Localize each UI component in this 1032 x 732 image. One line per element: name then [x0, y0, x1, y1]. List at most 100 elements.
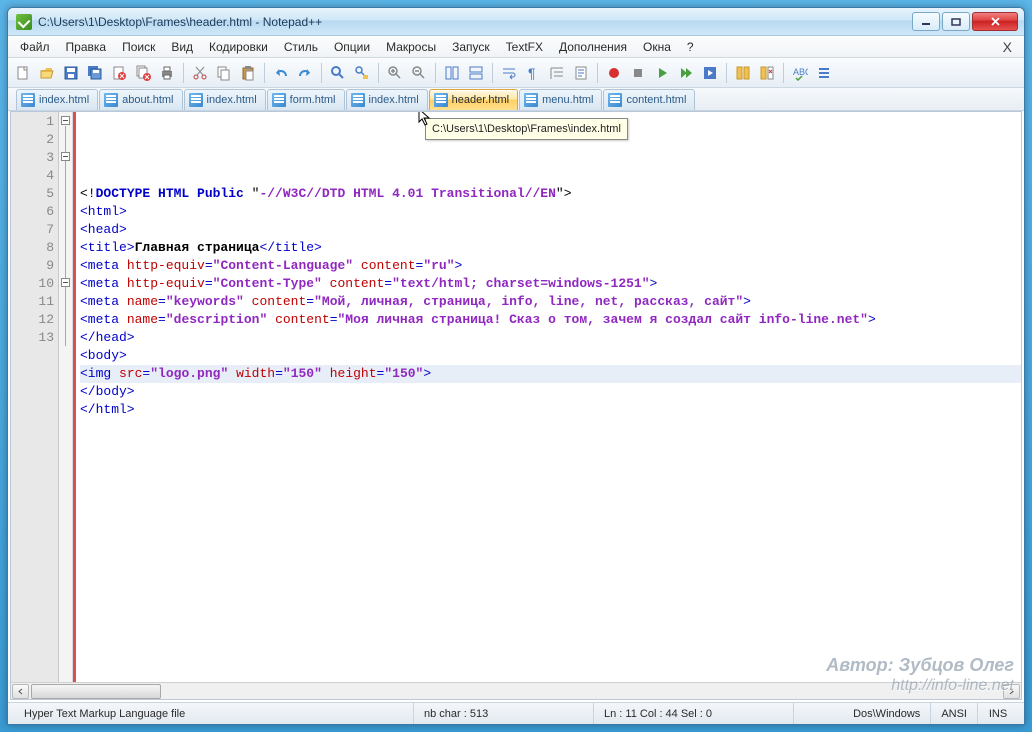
replace-button[interactable]	[351, 62, 373, 84]
clear-compare-icon	[759, 65, 775, 81]
toolbar-separator	[783, 63, 784, 83]
menu-search[interactable]: Поиск	[114, 38, 163, 56]
toolbar-separator	[321, 63, 322, 83]
scroll-right-button[interactable]	[1003, 684, 1020, 699]
tab-index-3[interactable]: index.html	[346, 89, 428, 110]
redo-button[interactable]	[294, 62, 316, 84]
menu-macros[interactable]: Макросы	[378, 38, 444, 56]
close-file-button[interactable]	[108, 62, 130, 84]
tab-index-2[interactable]: index.html	[184, 89, 266, 110]
undo-icon	[273, 65, 289, 81]
tab-label: about.html	[122, 94, 173, 106]
menu-edit[interactable]: Правка	[58, 38, 115, 56]
clear-compare-button[interactable]	[756, 62, 778, 84]
titlebar[interactable]: C:\Users\1\Desktop\Frames\header.html - …	[8, 8, 1024, 36]
svg-text:¶: ¶	[528, 65, 536, 81]
tab-about[interactable]: about.html	[99, 89, 182, 110]
zoom-out-button[interactable]	[408, 62, 430, 84]
tab-label: index.html	[369, 94, 419, 106]
scroll-left-button[interactable]	[12, 684, 29, 699]
undo-button[interactable]	[270, 62, 292, 84]
mdi-close-button[interactable]: X	[995, 39, 1020, 55]
menu-style[interactable]: Стиль	[276, 38, 326, 56]
menu-encoding[interactable]: Кодировки	[201, 38, 276, 56]
userlang-button[interactable]	[570, 62, 592, 84]
menu-plugins[interactable]: Дополнения	[551, 38, 635, 56]
wordwrap-button[interactable]	[498, 62, 520, 84]
file-icon	[21, 93, 35, 107]
doc-icon	[573, 65, 589, 81]
status-encoding: ANSI	[931, 703, 978, 724]
pilcrow-icon: ¶	[525, 65, 541, 81]
menu-options[interactable]: Опции	[326, 38, 378, 56]
menu-windows[interactable]: Окна	[635, 38, 679, 56]
tab-content[interactable]: content.html	[603, 89, 695, 110]
save-all-button[interactable]	[84, 62, 106, 84]
sync-hscroll-button[interactable]	[465, 62, 487, 84]
menu-textfx[interactable]: TextFX	[498, 38, 551, 56]
toolbar-separator	[597, 63, 598, 83]
macro-playmulti-button[interactable]	[675, 62, 697, 84]
close-icon	[990, 17, 1001, 26]
menu-file[interactable]: Файл	[12, 38, 58, 56]
line-number-gutter: 12345678910111213	[11, 112, 59, 682]
indent-guide-button[interactable]	[546, 62, 568, 84]
statusbar: Hyper Text Markup Language file nb char …	[8, 702, 1024, 724]
tab-label: index.html	[207, 94, 257, 106]
tab-label: form.html	[290, 94, 336, 106]
menu-run[interactable]: Запуск	[444, 38, 498, 56]
new-file-button[interactable]	[12, 62, 34, 84]
save-button[interactable]	[60, 62, 82, 84]
horizontal-scrollbar[interactable]	[11, 682, 1021, 699]
compare-button[interactable]	[732, 62, 754, 84]
cut-button[interactable]	[189, 62, 211, 84]
sync-v-icon	[444, 65, 460, 81]
fold-gutter[interactable]	[59, 112, 73, 682]
paste-icon	[240, 65, 256, 81]
macro-save-button[interactable]	[699, 62, 721, 84]
file-icon	[351, 93, 365, 107]
printer-icon	[159, 65, 175, 81]
toolbar-separator	[492, 63, 493, 83]
status-eol: Dos\Windows	[843, 703, 931, 724]
menu-view[interactable]: Вид	[163, 38, 201, 56]
fold-toggle[interactable]	[61, 152, 70, 161]
spellcheck-button[interactable]: ABC	[789, 62, 811, 84]
minimize-button[interactable]	[912, 12, 940, 31]
file-icon	[608, 93, 622, 107]
tab-header[interactable]: header.html	[429, 89, 518, 110]
function-list-button[interactable]	[813, 62, 835, 84]
macro-stop-button[interactable]	[627, 62, 649, 84]
scroll-track[interactable]	[31, 684, 1001, 699]
tab-menu[interactable]: menu.html	[519, 89, 602, 110]
window-buttons	[910, 12, 1018, 31]
macro-record-button[interactable]	[603, 62, 625, 84]
find-button[interactable]	[327, 62, 349, 84]
code-area[interactable]: C:\Users\1\Desktop\Frames\index.html <!D…	[76, 112, 1021, 682]
fold-toggle[interactable]	[61, 278, 70, 287]
tab-label: content.html	[626, 94, 686, 106]
toolbar-separator	[726, 63, 727, 83]
print-button[interactable]	[156, 62, 178, 84]
maximize-button[interactable]	[942, 12, 970, 31]
close-all-button[interactable]	[132, 62, 154, 84]
fold-toggle[interactable]	[61, 116, 70, 125]
sync-vscroll-button[interactable]	[441, 62, 463, 84]
record-icon	[606, 65, 622, 81]
tabbar: index.html about.html index.html form.ht…	[8, 88, 1024, 111]
tab-form[interactable]: form.html	[267, 89, 345, 110]
menu-help[interactable]: ?	[679, 38, 702, 56]
file-icon	[272, 93, 286, 107]
macro-play-button[interactable]	[651, 62, 673, 84]
scroll-thumb[interactable]	[31, 684, 161, 699]
zoom-in-button[interactable]	[384, 62, 406, 84]
open-file-button[interactable]	[36, 62, 58, 84]
copy-button[interactable]	[213, 62, 235, 84]
tab-label: header.html	[452, 94, 509, 106]
show-all-chars-button[interactable]: ¶	[522, 62, 544, 84]
close-button[interactable]	[972, 12, 1018, 31]
tab-index-1[interactable]: index.html	[16, 89, 98, 110]
spellcheck-icon: ABC	[792, 65, 808, 81]
app-window: C:\Users\1\Desktop\Frames\header.html - …	[7, 7, 1025, 725]
paste-button[interactable]	[237, 62, 259, 84]
